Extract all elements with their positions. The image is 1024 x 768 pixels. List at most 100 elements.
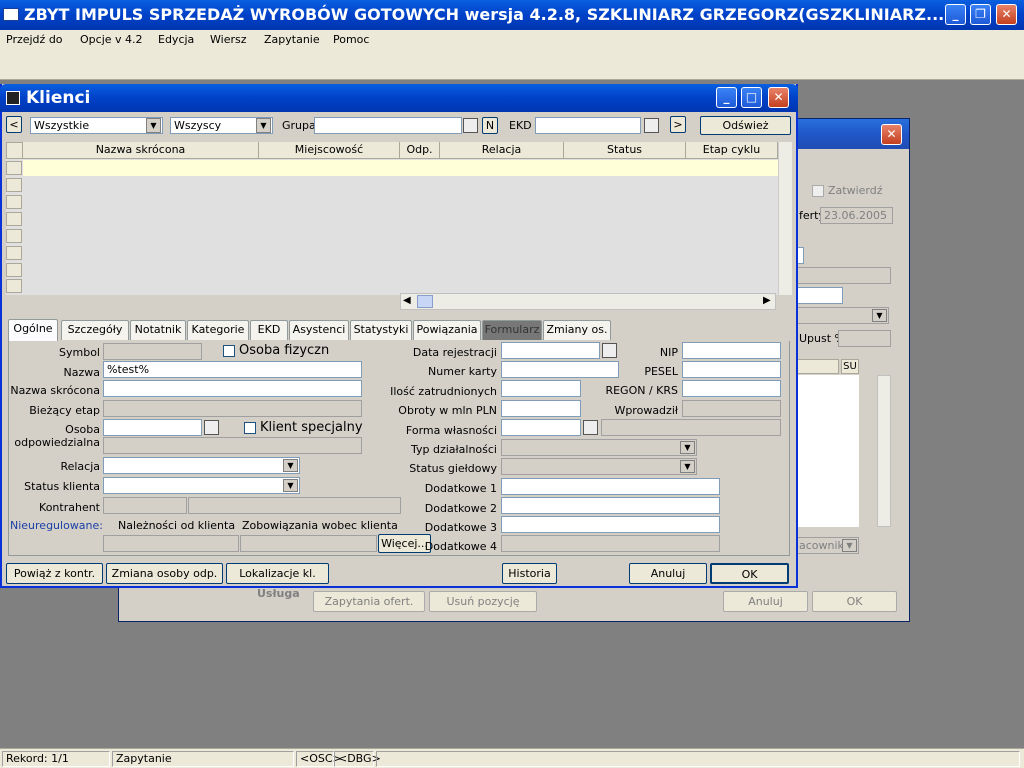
bg-grid-scrollbar[interactable]: [877, 375, 891, 527]
odswiez-button[interactable]: Odśwież: [700, 116, 791, 135]
klienci-maximize-button[interactable]: □: [741, 87, 762, 108]
klient-specjalny-checkbox[interactable]: [244, 422, 256, 434]
historia-button[interactable]: Historia: [502, 563, 557, 584]
scroll-thumb[interactable]: [417, 295, 433, 308]
naleznosci-label: Należności od klienta: [118, 519, 236, 532]
restore-button[interactable]: ❐: [970, 4, 991, 25]
zobowiazania-field: [240, 535, 377, 552]
row-header[interactable]: [6, 161, 22, 175]
grid-current-row[interactable]: [23, 160, 778, 176]
scroll-left-icon[interactable]: ◀: [403, 295, 411, 306]
nazwa-skrocona-field[interactable]: [103, 380, 362, 397]
relacja-select[interactable]: ▼: [103, 457, 300, 474]
tab-statystyki[interactable]: Statystyki: [350, 320, 412, 340]
status-dbg: <DBG>: [334, 751, 381, 767]
osoba-field[interactable]: [103, 419, 202, 436]
forma-lookup-icon[interactable]: [583, 420, 598, 435]
row-header[interactable]: [6, 195, 22, 209]
grid-hscrollbar[interactable]: ◀ ▶: [400, 293, 776, 310]
zmiana-osoby-button[interactable]: Zmiana osoby odp.: [106, 563, 223, 584]
chevron-down-icon[interactable]: ▼: [283, 459, 298, 472]
dodatkowe3-field[interactable]: [501, 516, 720, 533]
chevron-down-icon[interactable]: ▼: [680, 441, 695, 454]
col-odp[interactable]: Odp.: [400, 142, 440, 159]
tab-ekd[interactable]: EKD: [250, 320, 288, 340]
background-close-button[interactable]: ✕: [881, 124, 902, 145]
scroll-right-icon[interactable]: ▶: [763, 295, 771, 306]
pesel-field[interactable]: [682, 361, 781, 378]
prev-button[interactable]: <: [6, 116, 22, 133]
tab-formularz[interactable]: Formularz: [482, 320, 542, 340]
next-button[interactable]: >: [670, 116, 686, 133]
typ-dzialalnosci-select[interactable]: ▼: [501, 439, 697, 456]
numer-karty-label: Numer karty: [428, 365, 497, 378]
tab-powiazania[interactable]: Powiązania: [413, 320, 481, 340]
grupa-field[interactable]: [314, 117, 462, 134]
osoba-lookup-icon[interactable]: [204, 420, 219, 435]
forma-wlasnosci-label: Forma własności: [405, 424, 497, 437]
minimize-button[interactable]: _: [945, 4, 966, 25]
forma-wlasnosci-field[interactable]: [501, 419, 581, 436]
wprowadzil-field: [682, 400, 781, 417]
obroty-field[interactable]: [501, 400, 581, 417]
menu-edycja[interactable]: Edycja: [158, 33, 194, 46]
row-header[interactable]: [6, 246, 22, 260]
status-gieldowy-select[interactable]: ▼: [501, 458, 697, 475]
ekd-field[interactable]: [535, 117, 641, 134]
data-rejestracji-field[interactable]: [501, 342, 600, 359]
tab-ogolne[interactable]: Ogólne: [8, 319, 58, 341]
status-mode: Zapytanie: [112, 751, 294, 767]
dodatkowe2-field[interactable]: [501, 497, 720, 514]
status-klienta-select[interactable]: ▼: [103, 477, 300, 494]
menu-opcje[interactable]: Opcje v 4.2: [80, 33, 143, 46]
col-relacja[interactable]: Relacja: [440, 142, 564, 159]
ekd-lookup-icon[interactable]: [644, 118, 659, 133]
calendar-icon[interactable]: [602, 343, 617, 358]
regon-field[interactable]: [682, 380, 781, 397]
tab-kategorie[interactable]: Kategorie: [187, 320, 249, 340]
col-status[interactable]: Status: [564, 142, 686, 159]
wiecej-button[interactable]: Więcej...: [378, 534, 431, 553]
dodatkowe1-field[interactable]: [501, 478, 720, 495]
nip-field[interactable]: [682, 342, 781, 359]
tab-notatnik[interactable]: Notatnik: [130, 320, 186, 340]
filter-wszystkie[interactable]: Wszystkie: [30, 117, 163, 134]
menu-przejdz[interactable]: Przejdź do: [6, 33, 63, 46]
zatwierdz-checkbox[interactable]: [812, 185, 824, 197]
menu-wiersz[interactable]: Wiersz: [210, 33, 247, 46]
nazwa-field[interactable]: %test%: [103, 361, 362, 378]
bg-field-2: [795, 267, 891, 284]
tab-szczegoly[interactable]: Szczegóły: [61, 320, 129, 340]
row-header[interactable]: [6, 263, 22, 277]
powiaz-button[interactable]: Powiąż z kontr.: [6, 563, 103, 584]
row-header[interactable]: [6, 229, 22, 243]
chevron-down-icon[interactable]: ▼: [256, 118, 271, 133]
numer-karty-field[interactable]: [501, 361, 619, 378]
grid-vscrollbar[interactable]: [778, 142, 792, 295]
wprowadzil-label: Wprowadził: [614, 404, 678, 417]
menu-pomoc[interactable]: Pomoc: [333, 33, 369, 46]
row-header[interactable]: [6, 212, 22, 226]
anuluj-button[interactable]: Anuluj: [629, 563, 707, 584]
lokalizacje-button[interactable]: Lokalizacje kl.: [226, 563, 329, 584]
tab-zmiany-os[interactable]: Zmiany os.: [543, 320, 611, 340]
menu-zapytanie[interactable]: Zapytanie: [264, 33, 320, 46]
ilosc-zatrudnionych-field[interactable]: [501, 380, 581, 397]
klienci-minimize-button[interactable]: _: [716, 87, 737, 108]
close-button[interactable]: ✕: [996, 4, 1017, 25]
row-header[interactable]: [6, 178, 22, 192]
chevron-down-icon[interactable]: ▼: [680, 460, 695, 473]
col-nazwa-skrocona[interactable]: Nazwa skrócona: [23, 142, 259, 159]
row-header[interactable]: [6, 279, 22, 293]
grupa-lookup-icon[interactable]: [463, 118, 478, 133]
chevron-down-icon[interactable]: ▼: [283, 479, 298, 492]
n-button[interactable]: N: [482, 117, 498, 134]
ok-button[interactable]: OK: [710, 563, 789, 584]
tab-asystenci[interactable]: Asystenci: [289, 320, 349, 340]
bg-field-3[interactable]: [795, 287, 843, 304]
klienci-close-button[interactable]: ✕: [768, 87, 789, 108]
col-miejscowosc[interactable]: Miejscowość: [259, 142, 400, 159]
chevron-down-icon[interactable]: ▼: [146, 118, 161, 133]
osoba-fizyczna-checkbox[interactable]: [223, 345, 235, 357]
col-etap-cyklu[interactable]: Etap cyklu: [686, 142, 778, 159]
